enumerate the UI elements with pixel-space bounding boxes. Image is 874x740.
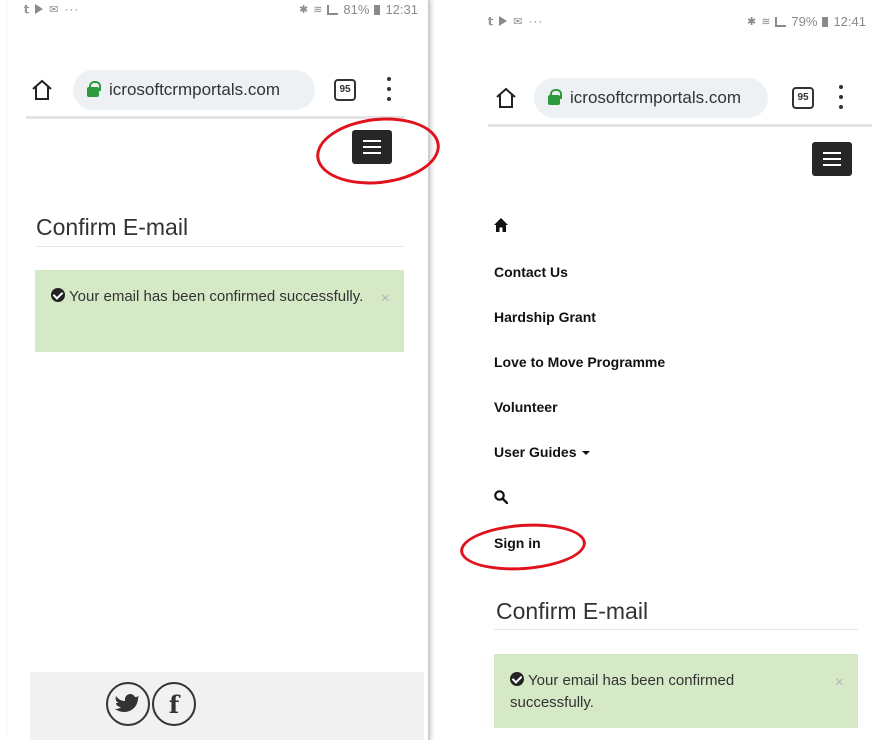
home-button[interactable] — [494, 86, 518, 110]
nav-item-user-guides[interactable]: User Guides — [494, 444, 591, 460]
wifi-icon: ≋ — [313, 4, 323, 16]
hamburger-menu-button[interactable] — [812, 142, 852, 176]
home-icon[interactable] — [494, 218, 508, 232]
title-divider — [494, 629, 858, 630]
user-guides-label: User Guides — [494, 444, 577, 460]
hamburger-menu-button[interactable] — [352, 130, 392, 164]
page-title: Confirm E-mail — [36, 214, 189, 240]
mail-notification-icon: ✉ — [49, 3, 59, 16]
clock: 12:41 — [833, 14, 866, 29]
bluetooth-icon: ✱ — [298, 4, 309, 16]
bluetooth-icon: ✱ — [746, 16, 757, 28]
twitter-notification-icon: 𝕥 — [488, 15, 494, 28]
home-button[interactable] — [30, 78, 54, 102]
page-title: Confirm E-mail — [496, 598, 649, 624]
caret-down-icon — [582, 451, 591, 455]
twitter-icon[interactable] — [106, 682, 150, 726]
nav-item-hardship-grant[interactable]: Hardship Grant — [494, 309, 596, 325]
address-bar[interactable]: icrosoftcrmportals.com — [73, 70, 315, 110]
left-phone-screenshot: 𝕥 ✉ ··· ✱ ≋ 81% 12:31 icrosoftcrmportals… — [8, 0, 430, 740]
search-icon[interactable] — [494, 490, 508, 504]
play-notification-icon — [35, 4, 44, 14]
status-bar: 𝕥 ✉ ··· ✱ ≋ 81% 12:31 — [8, 0, 428, 30]
status-bar: 𝕥 ✉ ··· ✱ ≋ 79% 12:41 — [466, 12, 872, 42]
lock-icon — [548, 89, 562, 105]
alert-message: Your email has been confirmed successful… — [69, 288, 364, 305]
clock: 12:31 — [385, 2, 418, 17]
tab-switcher-button[interactable]: 95 — [334, 79, 356, 101]
toolbar-divider — [26, 116, 404, 119]
signal-icon — [327, 4, 339, 15]
title-divider — [36, 246, 404, 247]
lock-icon — [87, 81, 101, 97]
url-text: icrosoftcrmportals.com — [570, 88, 741, 107]
nav-item-sign-in[interactable]: Sign in — [494, 535, 541, 551]
browser-toolbar: icrosoftcrmportals.com 95 — [8, 62, 428, 118]
nav-item-love-to-move[interactable]: Love to Move Programme — [494, 354, 665, 370]
success-alert: Your email has been confirmed successful… — [494, 654, 858, 728]
battery-percent: 79% — [791, 14, 818, 29]
success-alert: Your email has been confirmed successful… — [35, 270, 404, 352]
right-phone-screenshot: 𝕥 ✉ ··· ✱ ≋ 79% 12:41 icrosoftcrmportals… — [466, 0, 872, 740]
alert-message: Your email has been confirmed successful… — [510, 672, 735, 711]
play-notification-icon — [499, 16, 508, 26]
battery-icon — [374, 4, 381, 15]
twitter-notification-icon: 𝕥 — [24, 3, 30, 16]
facebook-icon[interactable]: f — [152, 682, 196, 726]
wifi-icon: ≋ — [761, 16, 771, 28]
signal-icon — [775, 16, 787, 27]
url-text: icrosoftcrmportals.com — [109, 80, 280, 99]
address-bar[interactable]: icrosoftcrmportals.com — [534, 78, 768, 118]
battery-percent: 81% — [343, 2, 370, 17]
tab-switcher-button[interactable]: 95 — [792, 87, 814, 109]
battery-icon — [822, 16, 829, 27]
mail-notification-icon: ✉ — [513, 15, 523, 28]
more-notifications: ··· — [528, 14, 544, 28]
nav-item-volunteer[interactable]: Volunteer — [494, 399, 558, 415]
alert-close-button[interactable]: × — [835, 672, 844, 694]
page-footer: f — [30, 672, 424, 740]
check-circle-icon — [510, 672, 524, 686]
browser-menu-icon[interactable] — [386, 77, 392, 101]
alert-close-button[interactable]: × — [381, 288, 390, 310]
more-notifications: ··· — [64, 2, 80, 16]
check-circle-icon — [51, 288, 65, 302]
nav-item-contact-us[interactable]: Contact Us — [494, 264, 568, 280]
browser-menu-icon[interactable] — [838, 85, 844, 109]
toolbar-divider — [488, 124, 872, 127]
browser-toolbar: icrosoftcrmportals.com 95 — [466, 70, 872, 126]
